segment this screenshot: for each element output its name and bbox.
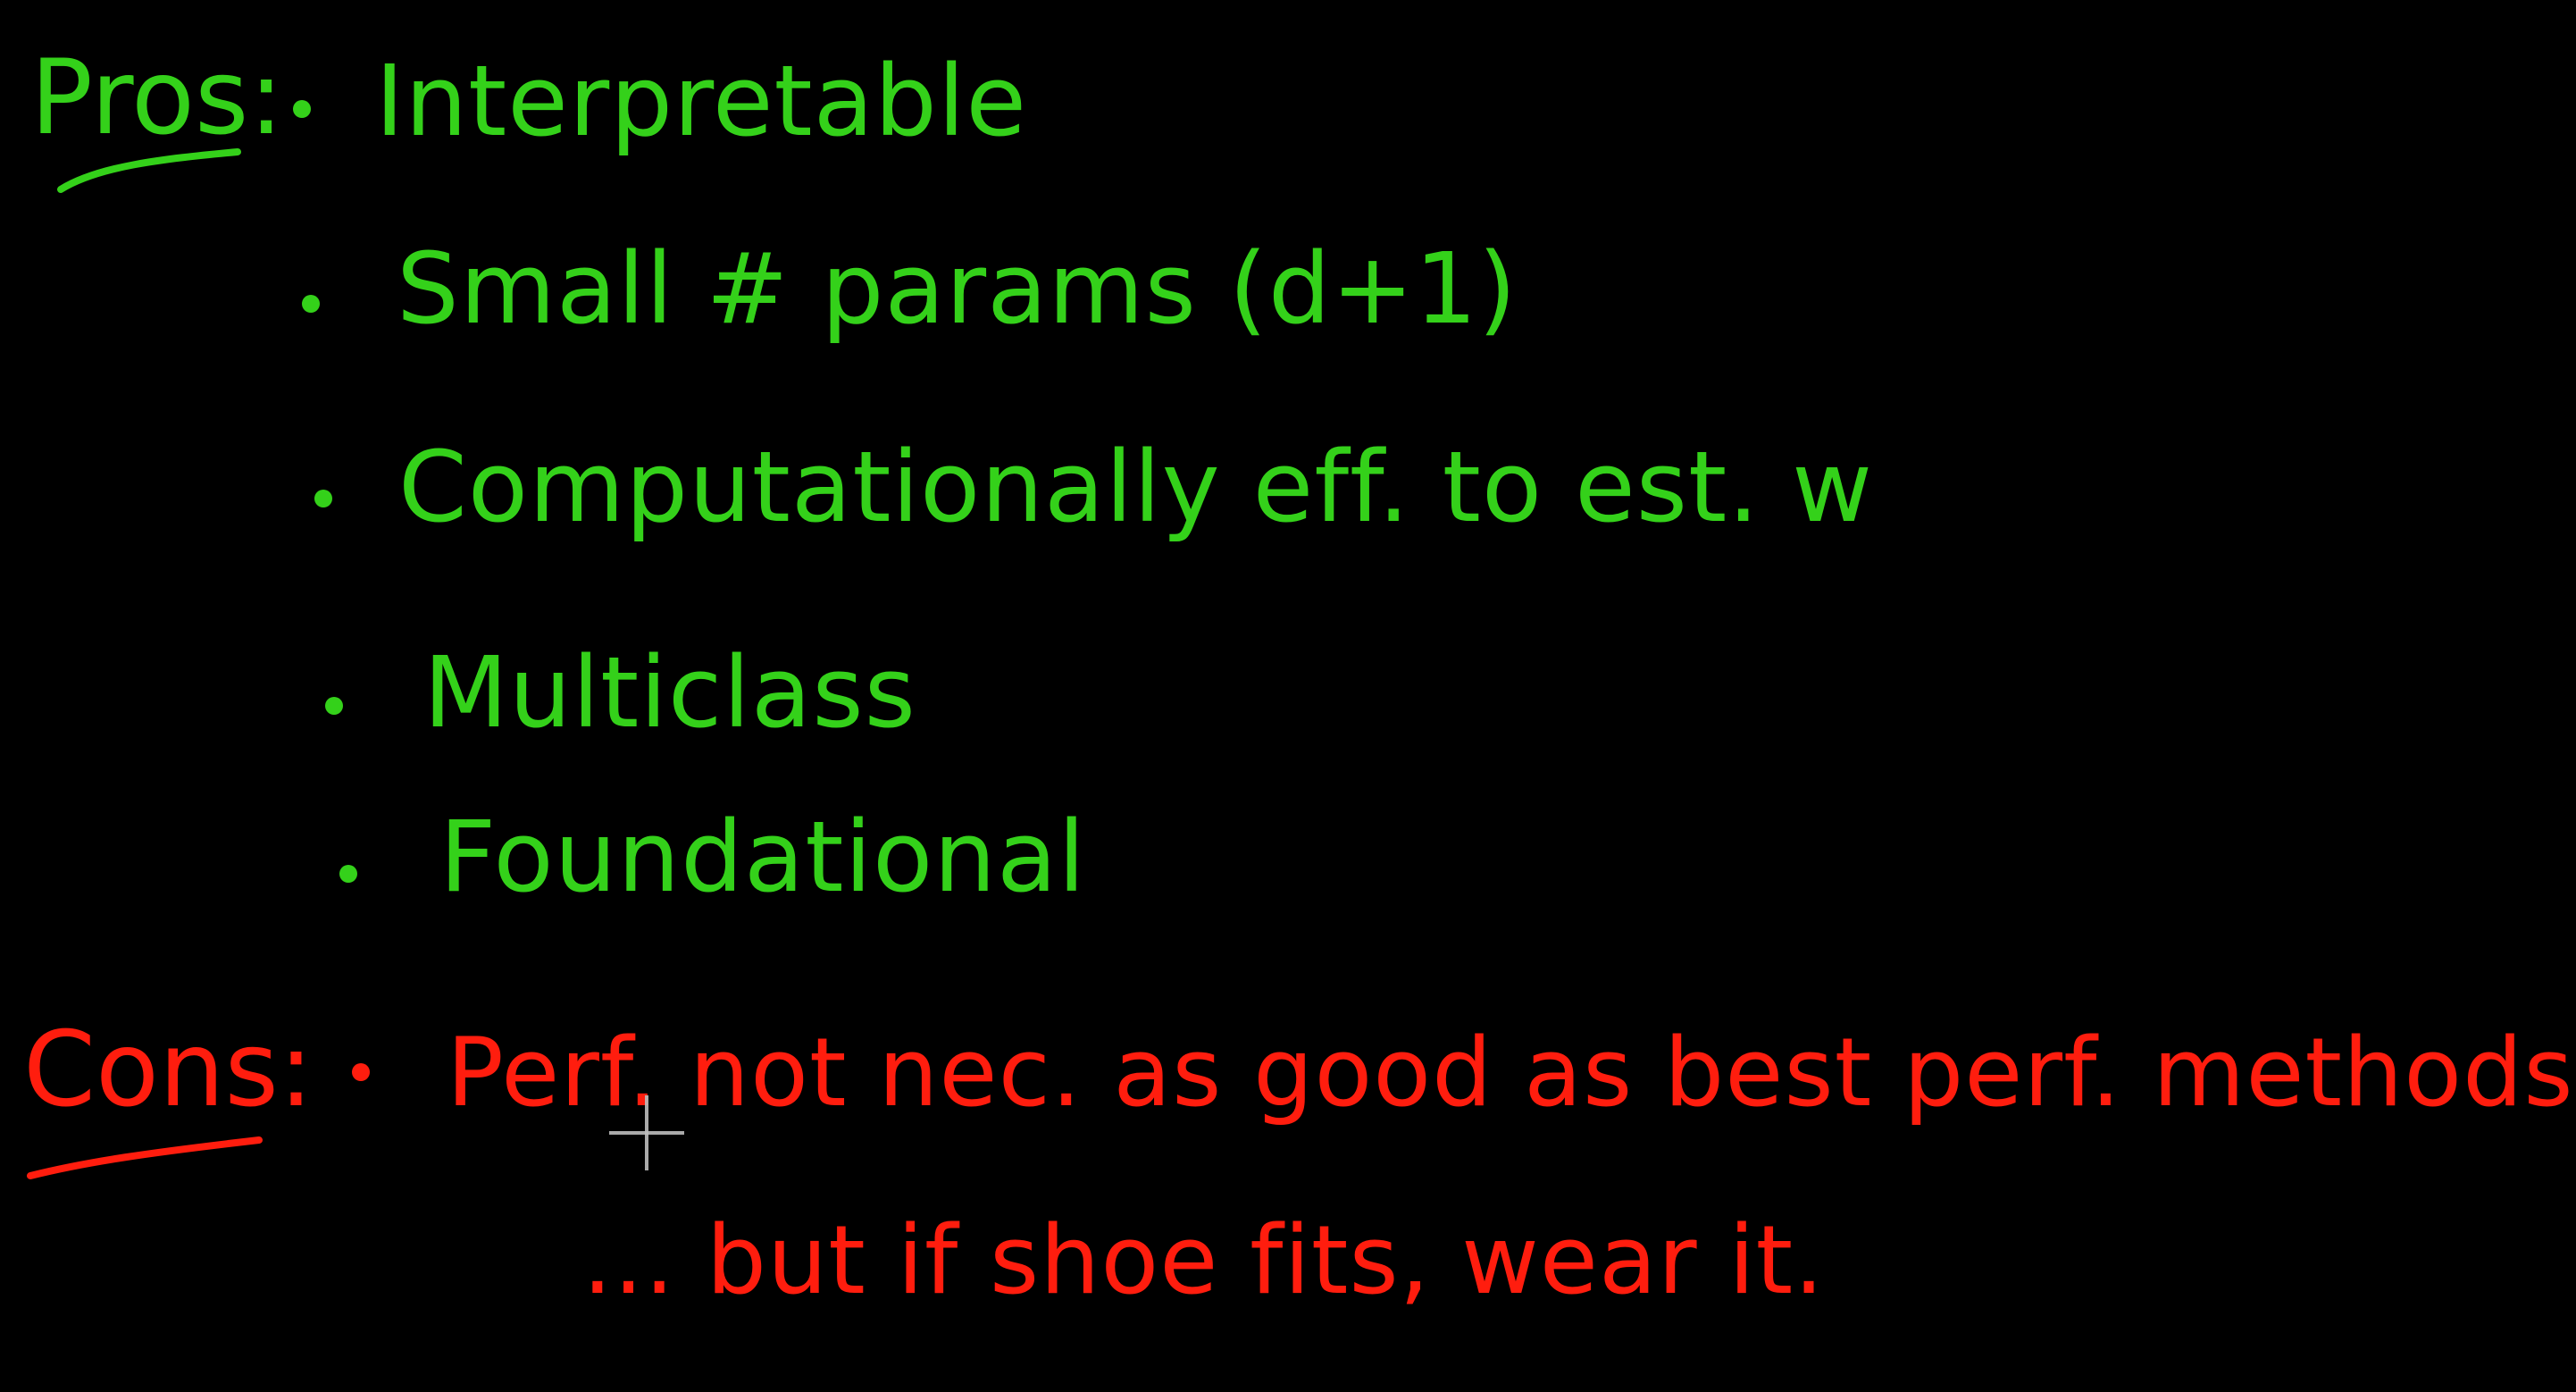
pros-item-foundational: Foundational <box>439 800 1086 914</box>
pros-item-multiclass: Multiclass <box>423 635 916 750</box>
pros-item-small-params: Small # params (d+1) <box>397 231 1518 346</box>
pros-item-computationally-efficient: Computationally eff. to est. w <box>398 430 1874 544</box>
cons-item-performance: Perf. not nec. as good as best perf. met… <box>447 1018 2574 1128</box>
crosshair-cursor-icon <box>609 1095 684 1170</box>
whiteboard: Pros: Interpretable Small # params (d+1)… <box>0 0 2576 1392</box>
pros-item-interpretable: Interpretable <box>375 44 1028 158</box>
bullet-dot <box>302 295 320 313</box>
bullet-dot <box>325 697 343 715</box>
bullet-dot <box>293 100 311 118</box>
bullet-dot <box>339 865 357 883</box>
cons-label: Cons: <box>23 1010 314 1130</box>
pros-underline <box>57 148 241 193</box>
cons-item-shoe-fits: ... but if shoe fits, wear it. <box>582 1205 1825 1315</box>
bullet-dot <box>352 1063 370 1081</box>
bullet-dot <box>314 490 332 507</box>
pros-label: Pros: <box>30 38 284 158</box>
cons-underline <box>27 1136 263 1179</box>
